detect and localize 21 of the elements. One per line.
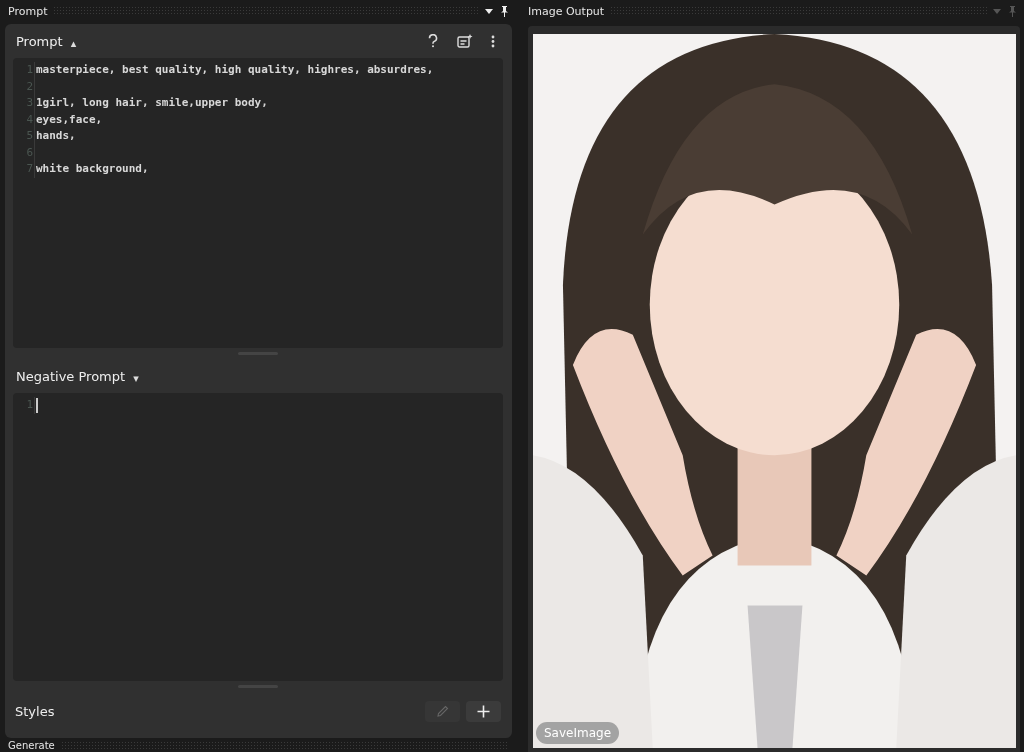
caret-icon[interactable]: ▴: [70, 36, 77, 50]
pencil-icon: [436, 704, 449, 718]
prompt-text: hands,: [35, 128, 76, 144]
styles-label: Styles: [15, 703, 55, 719]
help-icon: [427, 34, 439, 48]
caret-icon[interactable]: ▾: [133, 371, 139, 385]
card-sparkle-icon: [457, 34, 473, 48]
panel-title: Prompt: [8, 4, 48, 18]
more-icon: [491, 34, 495, 48]
panel-title: Generate: [8, 739, 55, 752]
prompt-text: white background,: [35, 161, 149, 177]
section-title[interactable]: Prompt: [16, 33, 63, 49]
prompt-text: 1girl, long hair, smile,upper body,: [35, 95, 268, 111]
panel-title: Image Output: [528, 4, 605, 18]
add-button[interactable]: [466, 700, 501, 722]
pin-icon[interactable]: [501, 5, 508, 17]
plus-icon: [477, 704, 490, 718]
dropdown-icon[interactable]: [485, 8, 493, 14]
prompt-text: masterpiece, best quality, high quality, highres, absurdres,: [35, 62, 434, 78]
section-title[interactable]: Negative Prompt: [16, 368, 126, 384]
prompt-text: eyes,face,: [35, 111, 103, 128]
